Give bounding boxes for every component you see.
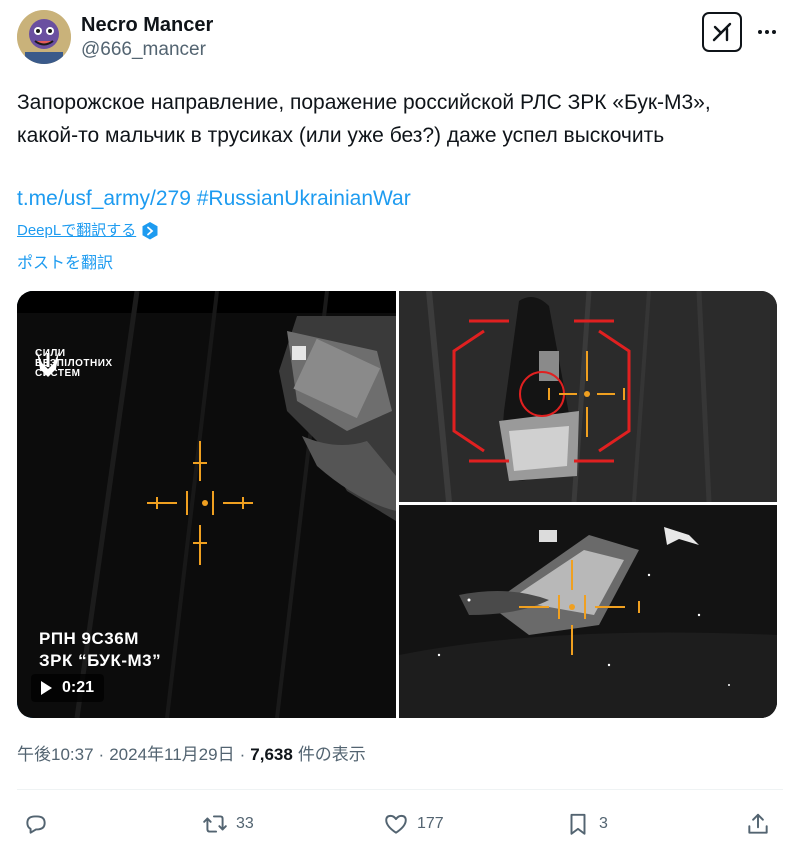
caption-line-2: ЗРК “БУК-М3” [39, 651, 162, 670]
video-duration-badge[interactable]: 0:21 [31, 674, 105, 702]
thermal-image-strike [399, 505, 777, 718]
share-icon [748, 813, 768, 834]
image-panel-top-right[interactable] [399, 291, 777, 502]
deepl-icon [142, 222, 158, 240]
more-icon [758, 30, 762, 34]
image-panel-bottom-right[interactable] [399, 505, 777, 718]
post-time[interactable]: 午後10:37 [17, 743, 94, 767]
hashtag-link[interactable]: #RussianUkrainianWar [197, 187, 411, 210]
play-icon [41, 681, 52, 695]
retweet-button[interactable]: 33 [202, 806, 254, 842]
deepl-label: DeepLで翻訳する [17, 222, 137, 239]
tweet-meta: 午後10:37 · 2024年11月29日 · 7,638 件の表示 [17, 743, 366, 767]
author-block: Necro Mancer @666_mancer [81, 12, 213, 62]
meta-separator: · [239, 745, 246, 764]
handle[interactable]: @666_mancer [81, 38, 213, 62]
tweet-header: Necro Mancer @666_mancer [17, 10, 783, 66]
bookmark-button[interactable]: 3 [565, 806, 608, 842]
grok-button[interactable] [702, 12, 742, 52]
post-date[interactable]: 2024年11月29日 [109, 743, 234, 767]
like-count: 177 [417, 815, 444, 832]
brand-logo-icon [37, 351, 59, 377]
video-duration: 0:21 [62, 679, 95, 696]
like-icon [385, 814, 407, 834]
tweet-text: Запорожское направление, поражение росси… [17, 91, 711, 147]
action-bar: 33 177 3 [17, 806, 783, 842]
avatar[interactable] [17, 10, 71, 64]
retweet-count: 33 [236, 815, 254, 832]
view-count[interactable]: 7,638 [250, 743, 293, 767]
more-button[interactable] [752, 18, 782, 46]
translate-post-button[interactable]: ポストを翻訳 [17, 252, 113, 276]
thermal-image-target [399, 291, 777, 502]
share-button[interactable] [745, 806, 771, 842]
retweet-icon [203, 815, 227, 833]
reply-button[interactable] [23, 806, 49, 842]
grok-icon [712, 22, 732, 42]
bookmark-count: 3 [599, 815, 608, 832]
brand-logo: СИЛИ БЕЗПІЛОТНИХ СИСТЕМ [35, 349, 113, 379]
divider [17, 789, 783, 790]
like-button[interactable]: 177 [383, 806, 444, 842]
avatar-image [17, 10, 71, 64]
deepl-translate-button[interactable]: DeepLで翻訳する [17, 220, 158, 242]
view-count-suffix: 件の表示 [297, 745, 366, 764]
media-grid: СИЛИ БЕЗПІЛОТНИХ СИСТЕМ РПН 9С36М ЗРК “Б… [17, 291, 777, 718]
video-caption: РПН 9С36М ЗРК “БУК-М3” [39, 628, 161, 672]
bookmark-icon [570, 813, 586, 835]
meta-separator: · [98, 745, 105, 764]
reply-icon [26, 815, 46, 834]
tweet-links: t.me/usf_army/279 #RussianUkrainianWar [17, 184, 411, 214]
display-name[interactable]: Necro Mancer [81, 12, 213, 38]
caption-line-1: РПН 9С36М [39, 629, 139, 648]
video-panel[interactable]: СИЛИ БЕЗПІЛОТНИХ СИСТЕМ РПН 9С36М ЗРК “Б… [17, 291, 396, 718]
telegram-link[interactable]: t.me/usf_army/279 [17, 187, 191, 210]
